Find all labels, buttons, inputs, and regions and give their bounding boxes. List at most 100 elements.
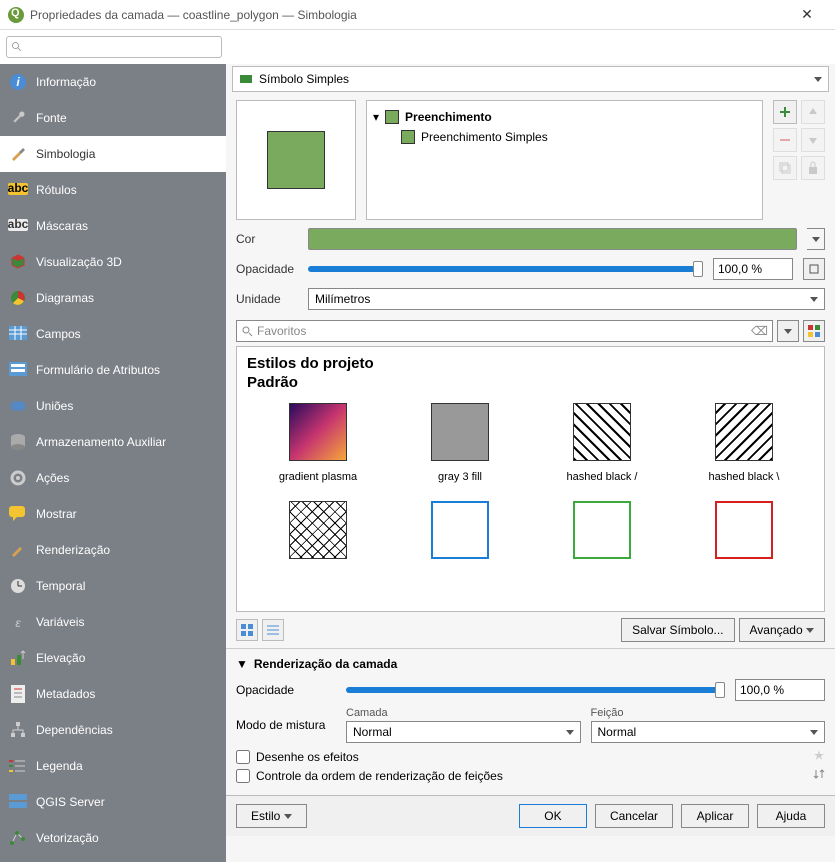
tree-node-simple-fill[interactable]: Preenchimento Simples [373, 127, 756, 147]
sidebar-item-source[interactable]: Fonte [0, 100, 226, 136]
svg-text:abc: abc [8, 219, 28, 231]
tree-icon [8, 720, 28, 740]
sidebar-item-attr-form[interactable]: Formulário de Atributos [0, 352, 226, 388]
sidebar-item-masks[interactable]: abc Máscaras [0, 208, 226, 244]
sidebar-item-label: Vetorização [36, 831, 99, 845]
advanced-button[interactable]: Avançado [739, 618, 826, 642]
data-defined-button[interactable] [803, 258, 825, 280]
layer-opacity-slider[interactable] [346, 687, 725, 693]
sidebar-item-rendering[interactable]: Renderização [0, 532, 226, 568]
sidebar-item-qgis-server[interactable]: QGIS Server [0, 784, 226, 820]
sidebar-item-label: Campos [36, 327, 81, 341]
add-layer-button[interactable] [773, 100, 797, 124]
style-manager-icon [807, 324, 821, 338]
save-symbol-button[interactable]: Salvar Símbolo... [621, 618, 734, 642]
style-manager-button[interactable] [803, 320, 825, 342]
elevation-icon [8, 648, 28, 668]
chevron-down-icon [810, 297, 818, 302]
list-view-button[interactable] [262, 619, 284, 641]
style-item[interactable]: gray 3 fill [415, 403, 505, 483]
pie-icon [8, 288, 28, 308]
blend-layer-select[interactable]: Normal [346, 721, 581, 743]
sidebar-item-display[interactable]: Mostrar [0, 496, 226, 532]
close-button[interactable]: ✕ [787, 6, 827, 23]
section-header[interactable]: ▼ Renderização da camada [236, 657, 825, 671]
style-item[interactable] [557, 501, 647, 559]
layer-rendering-section: ▼ Renderização da camada Opacidade 100,0… [226, 648, 835, 795]
style-browser[interactable]: Estilos do projeto Padrão gradient plasm… [236, 346, 825, 612]
style-item[interactable]: hashed black / [557, 403, 647, 483]
sidebar-item-symbology[interactable]: Simbologia [0, 136, 226, 172]
sidebar-item-metadata[interactable]: Metadados [0, 676, 226, 712]
top-search-row [0, 30, 835, 64]
sidebar-item-labels[interactable]: abc Rótulos [0, 172, 226, 208]
unit-label: Unidade [236, 292, 298, 306]
move-up-button [801, 100, 825, 124]
preview-swatch [267, 131, 325, 189]
unit-select[interactable]: Milímetros [308, 288, 825, 310]
opacity-slider[interactable] [308, 266, 703, 272]
sidebar-item-aux-storage[interactable]: Armazenamento Auxiliar [0, 424, 226, 460]
opacity-spinbox[interactable]: 100,0 % [713, 258, 793, 280]
sidebar-item-label: Rótulos [36, 183, 77, 197]
color-dropdown-button[interactable] [807, 228, 825, 250]
expand-icon[interactable]: ▾ [373, 110, 379, 124]
clear-search-button[interactable]: ⌫ [751, 324, 768, 338]
sidebar-item-dependencies[interactable]: Dependências [0, 712, 226, 748]
sidebar-item-diagrams[interactable]: Diagramas [0, 280, 226, 316]
symbol-preview [236, 100, 356, 220]
sidebar-item-digitizing[interactable]: Vetorização [0, 820, 226, 856]
sidebar-item-joins[interactable]: Uniões [0, 388, 226, 424]
ok-button[interactable]: OK [519, 804, 587, 828]
styles-heading-default: Padrão [247, 374, 814, 391]
opacity-label: Opacidade [236, 262, 298, 276]
style-item[interactable] [273, 501, 363, 559]
sidebar-item-legend[interactable]: Legenda [0, 748, 226, 784]
style-item[interactable] [415, 501, 505, 559]
sidebar-search-input[interactable] [6, 36, 222, 58]
blend-feature-select[interactable]: Normal [591, 721, 826, 743]
effects-config-button[interactable] [813, 749, 825, 764]
sidebar-item-elevation[interactable]: Elevação [0, 640, 226, 676]
sidebar-item-fields[interactable]: Campos [0, 316, 226, 352]
style-thumb-crosshatch [289, 501, 347, 559]
help-button[interactable]: Ajuda [757, 804, 825, 828]
color-button[interactable] [308, 228, 797, 250]
sidebar-item-label: Temporal [36, 579, 85, 593]
sidebar-item-3dview[interactable]: Visualização 3D [0, 244, 226, 280]
tree-node-fill[interactable]: ▾ Preenchimento [373, 107, 756, 127]
style-thumb-outline-green [573, 501, 631, 559]
symbol-layer-tree[interactable]: ▾ Preenchimento Preenchimento Simples [366, 100, 763, 220]
cancel-button[interactable]: Cancelar [595, 804, 673, 828]
sidebar-item-information[interactable]: iInformação [0, 64, 226, 100]
style-menu-button[interactable]: Estilo [236, 804, 307, 828]
sidebar-item-temporal[interactable]: Temporal [0, 568, 226, 604]
feature-order-checkbox[interactable] [236, 769, 250, 783]
apply-button[interactable]: Aplicar [681, 804, 749, 828]
grid-view-button[interactable] [236, 619, 258, 641]
paint-icon [8, 540, 28, 560]
clock-icon [8, 576, 28, 596]
style-filter-dropdown[interactable] [777, 320, 799, 342]
style-item[interactable] [699, 501, 789, 559]
symbol-type-select[interactable]: Símbolo Simples [232, 66, 829, 92]
sidebar-item-label: Renderização [36, 543, 110, 557]
sidebar-item-actions[interactable]: Ações [0, 460, 226, 496]
search-icon [241, 325, 253, 337]
style-item[interactable]: hashed black \ [699, 403, 789, 483]
style-item[interactable]: gradient plasma [273, 403, 363, 483]
sidebar-item-label: Máscaras [36, 219, 88, 233]
draw-effects-checkbox[interactable] [236, 750, 250, 764]
server-icon [8, 792, 28, 812]
list-icon [267, 624, 279, 636]
style-search-input[interactable]: Favoritos ⌫ [236, 320, 773, 342]
fill-swatch-icon [401, 130, 415, 144]
abc-icon: abc [8, 180, 28, 200]
sidebar: iInformação Fonte Simbologia abcRótulos … [0, 64, 226, 862]
sidebar-item-label: Dependências [36, 723, 113, 737]
layer-opacity-spinbox[interactable]: 100,0 % [735, 679, 825, 701]
cube-icon [8, 252, 28, 272]
database-icon [8, 432, 28, 452]
sidebar-item-variables[interactable]: εVariáveis [0, 604, 226, 640]
feature-order-config-button[interactable] [813, 768, 825, 783]
